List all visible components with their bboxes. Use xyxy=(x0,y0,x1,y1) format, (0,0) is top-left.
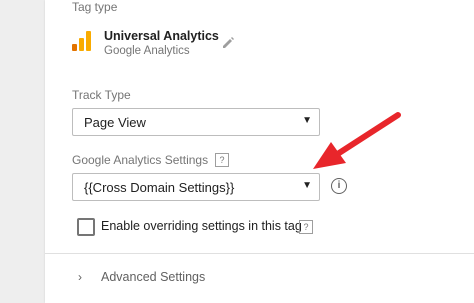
chevron-right-icon[interactable]: › xyxy=(78,270,82,284)
ga-settings-select[interactable]: {{Cross Domain Settings}} ▼ xyxy=(72,173,320,201)
override-label[interactable]: Enable overriding settings in this tag xyxy=(101,219,302,233)
ga-settings-label: Google Analytics Settings xyxy=(72,153,209,167)
help-icon[interactable]: ? xyxy=(299,220,313,234)
divider xyxy=(45,253,474,254)
advanced-settings-toggle[interactable]: Advanced Settings xyxy=(101,270,205,284)
override-checkbox[interactable] xyxy=(77,218,95,236)
dropdown-caret-icon: ▼ xyxy=(302,180,312,191)
ga-settings-value: {{Cross Domain Settings}} xyxy=(84,180,235,195)
dropdown-caret-icon: ▼ xyxy=(302,115,312,126)
tag-configuration-panel: Tag type Universal Analytics Google Anal… xyxy=(45,0,474,303)
tag-type-label: Tag type xyxy=(72,0,118,14)
tag-type-vendor: Google Analytics xyxy=(104,45,190,57)
left-gutter xyxy=(0,0,45,303)
info-icon[interactable]: i xyxy=(331,178,347,194)
help-icon[interactable]: ? xyxy=(215,153,229,167)
pencil-icon[interactable] xyxy=(221,36,235,50)
track-type-label: Track Type xyxy=(72,88,131,102)
track-type-select[interactable]: Page View ▼ xyxy=(72,108,320,136)
track-type-value: Page View xyxy=(84,115,146,130)
tag-type-name[interactable]: Universal Analytics xyxy=(104,29,219,43)
google-analytics-icon xyxy=(72,31,91,51)
